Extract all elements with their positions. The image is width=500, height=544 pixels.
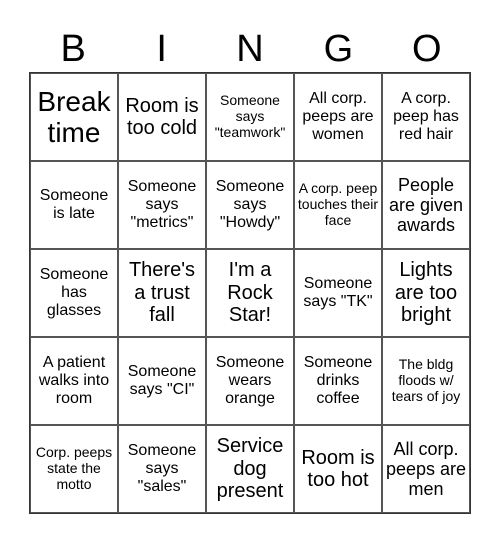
bingo-cell[interactable]: Someone says "Howdy" (206, 161, 294, 249)
bingo-cell[interactable]: A corp. peep has red hair (382, 73, 470, 161)
bingo-header: B I N G O (29, 26, 471, 72)
bingo-cell[interactable]: Someone says "TK" (294, 249, 382, 337)
bingo-cell[interactable]: Someone says "sales" (118, 425, 206, 513)
bingo-cell[interactable]: All corp. peeps are men (382, 425, 470, 513)
bingo-cell[interactable]: Someone wears orange (206, 337, 294, 425)
bingo-cell[interactable]: Someone says "CI" (118, 337, 206, 425)
header-letter-i: I (156, 28, 167, 70)
bingo-cell[interactable]: Someone drinks coffee (294, 337, 382, 425)
bingo-cell[interactable]: Room is too hot (294, 425, 382, 513)
bingo-cell[interactable]: A patient walks into room (30, 337, 118, 425)
bingo-cell[interactable]: Lights are too bright (382, 249, 470, 337)
bingo-cell[interactable]: Someone has glasses (30, 249, 118, 337)
bingo-cell[interactable]: Corp. peeps state the motto (30, 425, 118, 513)
header-letter-b: B (60, 28, 86, 70)
bingo-cell[interactable]: Someone says "metrics" (118, 161, 206, 249)
header-letter-o: O (412, 28, 442, 70)
header-letter-n: N (236, 28, 264, 70)
header-letter-g: G (323, 28, 354, 70)
bingo-cell[interactable]: There's a trust fall (118, 249, 206, 337)
bingo-cell[interactable]: Someone is late (30, 161, 118, 249)
bingo-cell[interactable]: Room is too cold (118, 73, 206, 161)
bingo-cell[interactable]: The bldg floods w/ tears of joy (382, 337, 470, 425)
bingo-cell[interactable]: A corp. peep touches their face (294, 161, 382, 249)
bingo-cell[interactable]: I'm a Rock Star! (206, 249, 294, 337)
bingo-cell[interactable]: People are given awards (382, 161, 470, 249)
bingo-grid: Break time Room is too cold Someone says… (29, 72, 471, 514)
bingo-cell[interactable]: Break time (30, 73, 118, 161)
bingo-cell[interactable]: Service dog present (206, 425, 294, 513)
bingo-cell[interactable]: Someone says "teamwork" (206, 73, 294, 161)
bingo-cell[interactable]: All corp. peeps are women (294, 73, 382, 161)
